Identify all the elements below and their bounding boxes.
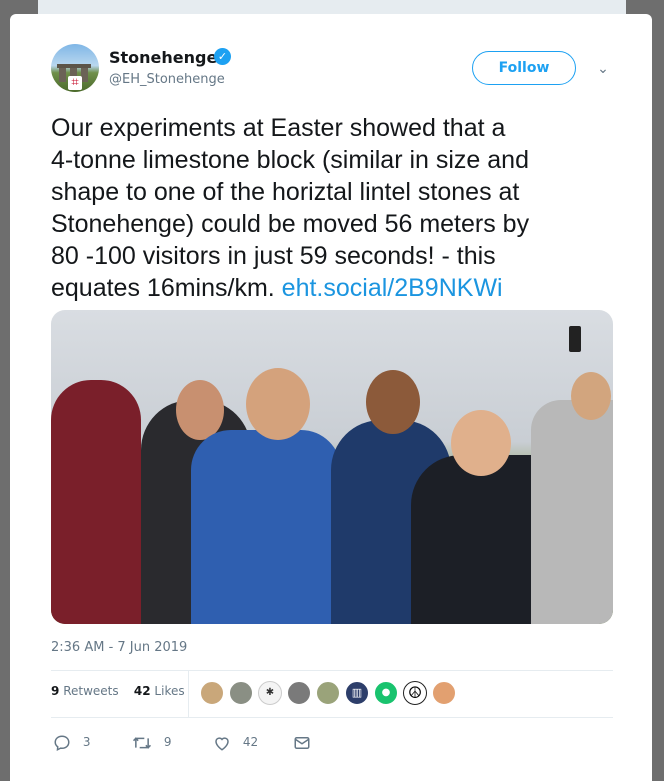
tweet-timestamp[interactable]: 2:36 AM - 7 Jun 2019 (51, 640, 187, 655)
retweet-count: 9 (163, 735, 172, 749)
retweets-stat[interactable]: 9 Retweets (51, 684, 119, 698)
background-strip (38, 0, 626, 14)
photo-person-child-head (451, 410, 511, 476)
verified-badge-icon: ✓ (214, 48, 231, 65)
retweet-icon (132, 736, 152, 749)
tweet-line-last: equates 16mins/km. eht.social/2B9NKWi (51, 272, 623, 304)
avatar-lintel (57, 64, 91, 68)
peace-icon[interactable]: ☮ (403, 681, 427, 705)
display-name[interactable]: Stonehenge (109, 48, 217, 67)
likes-count: 42 (133, 684, 151, 698)
user-handle[interactable]: @EH_Stonehenge (109, 72, 225, 87)
message-action[interactable] (293, 732, 311, 752)
retweets-label: Retweets (63, 684, 119, 698)
photo-person-right-face (571, 372, 611, 420)
reply-action[interactable]: 3 (53, 732, 90, 752)
photo-person-left (51, 380, 141, 624)
person-icon[interactable] (229, 681, 253, 705)
tweet-card: ⌗ Stonehenge ✓ @EH_Stonehenge Follow ⌄ O… (10, 14, 652, 781)
crest-icon[interactable]: ✱ (258, 681, 282, 705)
tweet-line: shape to one of the horiztal lintel ston… (51, 178, 520, 206)
avatar-stone (81, 68, 88, 82)
photo-person-man-face (366, 370, 420, 434)
envelope-icon (294, 736, 310, 749)
reply-icon (54, 734, 70, 751)
stats-divider (188, 671, 189, 717)
tweet-stats: 9 Retweets 42 Likes (51, 684, 185, 698)
person-blonde-icon[interactable] (432, 681, 456, 705)
logo-green-icon[interactable]: ● (374, 681, 398, 705)
photo-person-right (531, 400, 613, 624)
retweets-count: 9 (51, 684, 60, 698)
tweet-text: Our experiments at Easter showed that a … (51, 112, 623, 304)
building-icon[interactable]: ▥ (345, 681, 369, 705)
heart-icon (215, 736, 229, 751)
tweet-line: 4-tonne limestone block (similar in size… (51, 146, 529, 174)
tweet-line: Stonehenge) could be moved 56 meters by (51, 210, 530, 238)
tweet-line: 80 -100 visitors in just 59 seconds! - t… (51, 242, 496, 270)
avatar-stone (59, 68, 66, 82)
follow-button[interactable]: Follow (472, 51, 576, 85)
divider (51, 717, 613, 718)
reply-count: 3 (82, 735, 91, 749)
chevron-down-icon[interactable]: ⌄ (594, 60, 612, 78)
photo-person-woman-face (176, 380, 224, 440)
person-hat-icon[interactable] (200, 681, 224, 705)
retweet-action[interactable]: 9 (132, 732, 171, 752)
likes-stat[interactable]: 42 Likes (134, 684, 185, 698)
animal-icon[interactable] (316, 681, 340, 705)
photo-phone (569, 326, 581, 352)
tweet-line: Our experiments at Easter showed that a (51, 114, 506, 142)
like-count: 42 (242, 735, 259, 749)
divider (51, 670, 613, 671)
tweet-photo[interactable] (51, 310, 613, 624)
tweet-link[interactable]: eht.social/2B9NKWi (282, 274, 503, 302)
person-bw-icon[interactable] (287, 681, 311, 705)
tweet-line: equates 16mins/km. (51, 274, 275, 302)
like-action[interactable]: 42 (213, 732, 258, 752)
photo-person-boy-head (246, 368, 310, 440)
english-heritage-icon: ⌗ (68, 76, 82, 90)
likes-label: Likes (154, 684, 185, 698)
photo-person-boy (191, 430, 341, 624)
